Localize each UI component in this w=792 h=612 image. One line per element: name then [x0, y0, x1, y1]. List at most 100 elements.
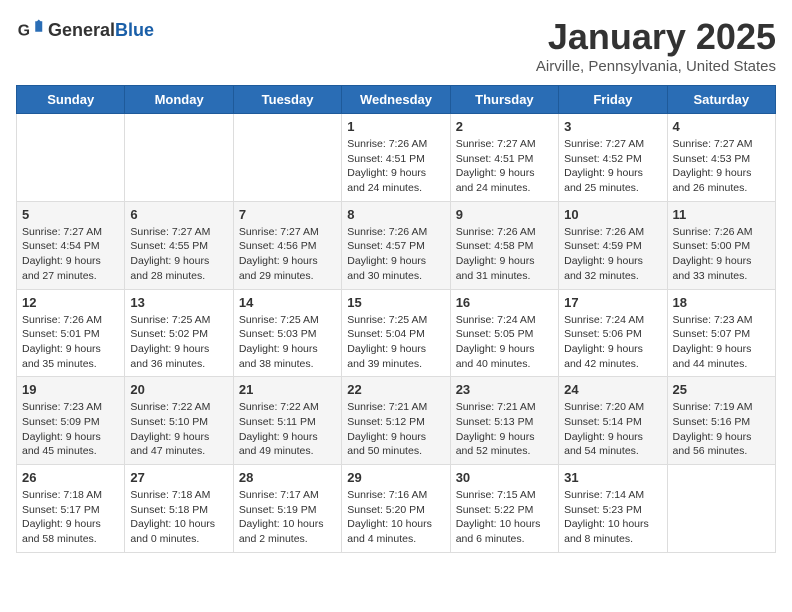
calendar-cell: 16 Sunrise: 7:24 AMSunset: 5:05 PMDayligh… — [450, 289, 558, 377]
page-header: G GeneralBlue January 2025 Airville, Pen… — [16, 16, 776, 75]
cell-text: Sunrise: 7:23 AMSunset: 5:07 PMDaylight:… — [673, 313, 770, 372]
cell-text: Sunrise: 7:21 AMSunset: 5:13 PMDaylight:… — [456, 400, 553, 459]
day-number: 5 — [22, 207, 119, 222]
calendar-cell: 5 Sunrise: 7:27 AMSunset: 4:54 PMDaylight… — [17, 201, 125, 289]
calendar-cell: 31 Sunrise: 7:14 AMSunset: 5:23 PMDayligh… — [559, 465, 667, 553]
cell-text: Sunrise: 7:27 AMSunset: 4:52 PMDaylight:… — [564, 137, 661, 196]
calendar-week-row: 26 Sunrise: 7:18 AMSunset: 5:17 PMDayligh… — [17, 465, 776, 553]
day-number: 12 — [22, 295, 119, 310]
cell-text: Sunrise: 7:21 AMSunset: 5:12 PMDaylight:… — [347, 400, 444, 459]
calendar-cell: 9 Sunrise: 7:26 AMSunset: 4:58 PMDaylight… — [450, 201, 558, 289]
day-number: 18 — [673, 295, 770, 310]
calendar-cell: 30 Sunrise: 7:15 AMSunset: 5:22 PMDayligh… — [450, 465, 558, 553]
calendar-cell: 15 Sunrise: 7:25 AMSunset: 5:04 PMDayligh… — [342, 289, 450, 377]
calendar-cell: 11 Sunrise: 7:26 AMSunset: 5:00 PMDayligh… — [667, 201, 775, 289]
day-number: 31 — [564, 470, 661, 485]
day-number: 22 — [347, 382, 444, 397]
day-number: 30 — [456, 470, 553, 485]
cell-text: Sunrise: 7:24 AMSunset: 5:06 PMDaylight:… — [564, 313, 661, 372]
day-number: 26 — [22, 470, 119, 485]
day-number: 20 — [130, 382, 227, 397]
calendar-cell: 17 Sunrise: 7:24 AMSunset: 5:06 PMDayligh… — [559, 289, 667, 377]
calendar-week-row: 1 Sunrise: 7:26 AMSunset: 4:51 PMDaylight… — [17, 114, 776, 202]
month-title: January 2025 — [536, 16, 776, 58]
location-title: Airville, Pennsylvania, United States — [536, 58, 776, 75]
calendar-header-row: SundayMondayTuesdayWednesdayThursdayFrid… — [17, 86, 776, 114]
calendar-body: 1 Sunrise: 7:26 AMSunset: 4:51 PMDaylight… — [17, 114, 776, 553]
calendar-cell — [125, 114, 233, 202]
cell-text: Sunrise: 7:23 AMSunset: 5:09 PMDaylight:… — [22, 400, 119, 459]
day-number: 29 — [347, 470, 444, 485]
cell-text: Sunrise: 7:27 AMSunset: 4:56 PMDaylight:… — [239, 225, 336, 284]
calendar-cell: 28Sunrise: 7:17 AMSunset: 5:19 PMDayligh… — [233, 465, 341, 553]
day-number: 11 — [673, 207, 770, 222]
title-area: January 2025 Airville, Pennsylvania, Uni… — [536, 16, 776, 75]
logo-general: General — [48, 20, 115, 40]
cell-text: Sunrise: 7:24 AMSunset: 5:05 PMDaylight:… — [456, 313, 553, 372]
cell-text: Sunrise: 7:14 AMSunset: 5:23 PMDaylight:… — [564, 488, 661, 547]
day-number: 14 — [239, 295, 336, 310]
calendar-cell: 29 Sunrise: 7:16 AMSunset: 5:20 PMDayligh… — [342, 465, 450, 553]
day-number: 17 — [564, 295, 661, 310]
calendar-cell: 1 Sunrise: 7:26 AMSunset: 4:51 PMDaylight… — [342, 114, 450, 202]
weekday-header: Wednesday — [342, 86, 450, 114]
logo-icon: G — [16, 16, 44, 44]
cell-text: Sunrise: 7:25 AMSunset: 5:03 PMDaylight:… — [239, 313, 336, 372]
cell-text: Sunrise: 7:25 AMSunset: 5:04 PMDaylight:… — [347, 313, 444, 372]
day-number: 16 — [456, 295, 553, 310]
day-number: 3 — [564, 119, 661, 134]
calendar-cell: 22 Sunrise: 7:21 AMSunset: 5:12 PMDayligh… — [342, 377, 450, 465]
calendar-cell: 20Sunrise: 7:22 AMSunset: 5:10 PMDayligh… — [125, 377, 233, 465]
cell-text: Sunrise: 7:16 AMSunset: 5:20 PMDaylight:… — [347, 488, 444, 547]
logo: G GeneralBlue — [16, 16, 154, 44]
calendar-week-row: 12 Sunrise: 7:26 AMSunset: 5:01 PMDayligh… — [17, 289, 776, 377]
cell-text: Sunrise: 7:18 AMSunset: 5:18 PMDaylight:… — [130, 488, 227, 547]
cell-text: Sunrise: 7:19 AMSunset: 5:16 PMDaylight:… — [673, 400, 770, 459]
calendar-cell: 12 Sunrise: 7:26 AMSunset: 5:01 PMDayligh… — [17, 289, 125, 377]
cell-text: Sunrise: 7:27 AMSunset: 4:55 PMDaylight:… — [130, 225, 227, 284]
calendar-cell: 13Sunrise: 7:25 AMSunset: 5:02 PMDayligh… — [125, 289, 233, 377]
weekday-header: Sunday — [17, 86, 125, 114]
cell-text: Sunrise: 7:27 AMSunset: 4:53 PMDaylight:… — [673, 137, 770, 196]
day-number: 25 — [673, 382, 770, 397]
cell-text: Sunrise: 7:27 AMSunset: 4:51 PMDaylight:… — [456, 137, 553, 196]
cell-text: Sunrise: 7:26 AMSunset: 4:57 PMDaylight:… — [347, 225, 444, 284]
day-number: 21 — [239, 382, 336, 397]
day-number: 13 — [130, 295, 227, 310]
day-number: 15 — [347, 295, 444, 310]
day-number: 7 — [239, 207, 336, 222]
logo-blue: Blue — [115, 20, 154, 40]
calendar-cell: 8Sunrise: 7:26 AMSunset: 4:57 PMDaylight… — [342, 201, 450, 289]
day-number: 24 — [564, 382, 661, 397]
svg-text:G: G — [18, 22, 30, 39]
calendar-cell: 18 Sunrise: 7:23 AMSunset: 5:07 PMDayligh… — [667, 289, 775, 377]
cell-text: Sunrise: 7:26 AMSunset: 4:51 PMDaylight:… — [347, 137, 444, 196]
cell-text: Sunrise: 7:26 AMSunset: 5:00 PMDaylight:… — [673, 225, 770, 284]
calendar-cell: 14 Sunrise: 7:25 AMSunset: 5:03 PMDayligh… — [233, 289, 341, 377]
calendar-cell: 3 Sunrise: 7:27 AMSunset: 4:52 PMDaylight… — [559, 114, 667, 202]
calendar-cell: 21 Sunrise: 7:22 AMSunset: 5:11 PMDayligh… — [233, 377, 341, 465]
day-number: 1 — [347, 119, 444, 134]
day-number: 23 — [456, 382, 553, 397]
calendar-cell: 25 Sunrise: 7:19 AMSunset: 5:16 PMDayligh… — [667, 377, 775, 465]
calendar-cell: 27Sunrise: 7:18 AMSunset: 5:18 PMDayligh… — [125, 465, 233, 553]
cell-text: Sunrise: 7:26 AMSunset: 4:59 PMDaylight:… — [564, 225, 661, 284]
cell-text: Sunrise: 7:22 AMSunset: 5:11 PMDaylight:… — [239, 400, 336, 459]
calendar-cell: 4Sunrise: 7:27 AMSunset: 4:53 PMDaylight… — [667, 114, 775, 202]
cell-text: Sunrise: 7:27 AMSunset: 4:54 PMDaylight:… — [22, 225, 119, 284]
day-number: 19 — [22, 382, 119, 397]
day-number: 9 — [456, 207, 553, 222]
weekday-header: Tuesday — [233, 86, 341, 114]
weekday-header: Monday — [125, 86, 233, 114]
calendar-cell — [17, 114, 125, 202]
calendar-cell: 23 Sunrise: 7:21 AMSunset: 5:13 PMDayligh… — [450, 377, 558, 465]
cell-text: Sunrise: 7:26 AMSunset: 4:58 PMDaylight:… — [456, 225, 553, 284]
weekday-header: Saturday — [667, 86, 775, 114]
calendar-week-row: 19 Sunrise: 7:23 AMSunset: 5:09 PMDayligh… — [17, 377, 776, 465]
calendar-cell: 7 Sunrise: 7:27 AMSunset: 4:56 PMDaylight… — [233, 201, 341, 289]
calendar-cell: 6Sunrise: 7:27 AMSunset: 4:55 PMDaylight… — [125, 201, 233, 289]
calendar-cell: 10Sunrise: 7:26 AMSunset: 4:59 PMDayligh… — [559, 201, 667, 289]
cell-text: Sunrise: 7:26 AMSunset: 5:01 PMDaylight:… — [22, 313, 119, 372]
cell-text: Sunrise: 7:15 AMSunset: 5:22 PMDaylight:… — [456, 488, 553, 547]
cell-text: Sunrise: 7:18 AMSunset: 5:17 PMDaylight:… — [22, 488, 119, 547]
